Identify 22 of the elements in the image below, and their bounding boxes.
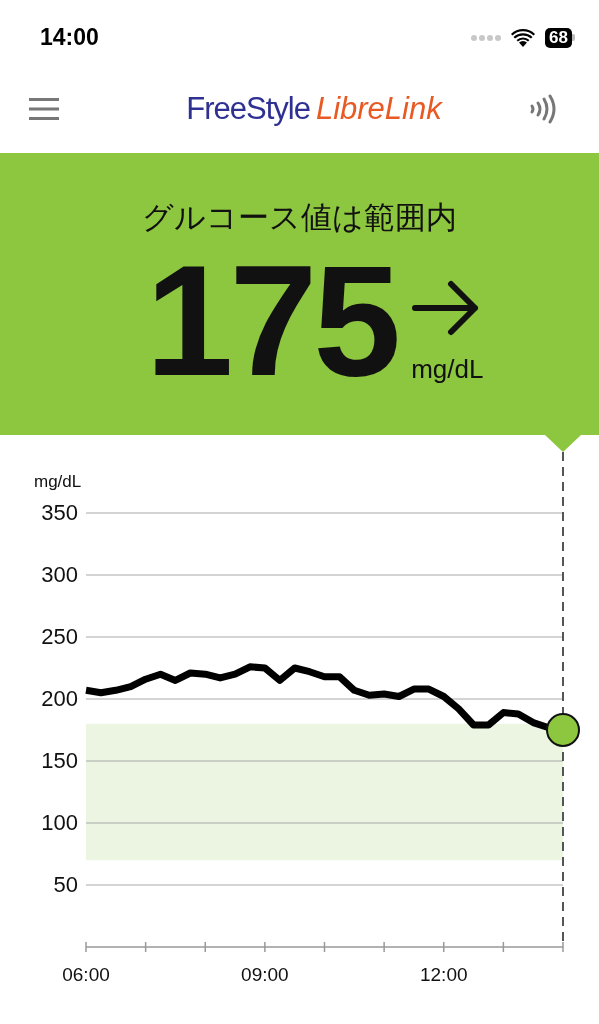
x-tick-label: 12:00 [420, 964, 468, 985]
battery-level: 68 [545, 27, 572, 48]
y-tick-label: 50 [53, 872, 78, 897]
y-tick-label: 300 [41, 562, 78, 587]
unit-label: mg/dL [411, 354, 484, 385]
x-tick-label: 06:00 [62, 964, 110, 985]
y-tick-label: 200 [41, 686, 78, 711]
y-tick-label: 250 [41, 624, 78, 649]
logo-text: FreeStyle [186, 91, 310, 127]
status-title: グルコース値は範囲内 [142, 199, 457, 237]
logo-text: LibreLink [315, 91, 442, 127]
cell-signal-icon [471, 34, 502, 41]
x-tick-label: 09:00 [241, 964, 289, 985]
y-tick-label: 150 [41, 748, 78, 773]
y-tick-label: 100 [41, 810, 78, 835]
menu-icon[interactable] [29, 98, 59, 120]
y-tick-label: 350 [41, 500, 78, 525]
status-time: 14:00 [40, 24, 99, 51]
axis-unit-label: mg/dL [34, 472, 82, 491]
wifi-icon [511, 28, 536, 47]
current-reading-marker [546, 713, 580, 747]
glucose-value: 175 [145, 245, 398, 395]
